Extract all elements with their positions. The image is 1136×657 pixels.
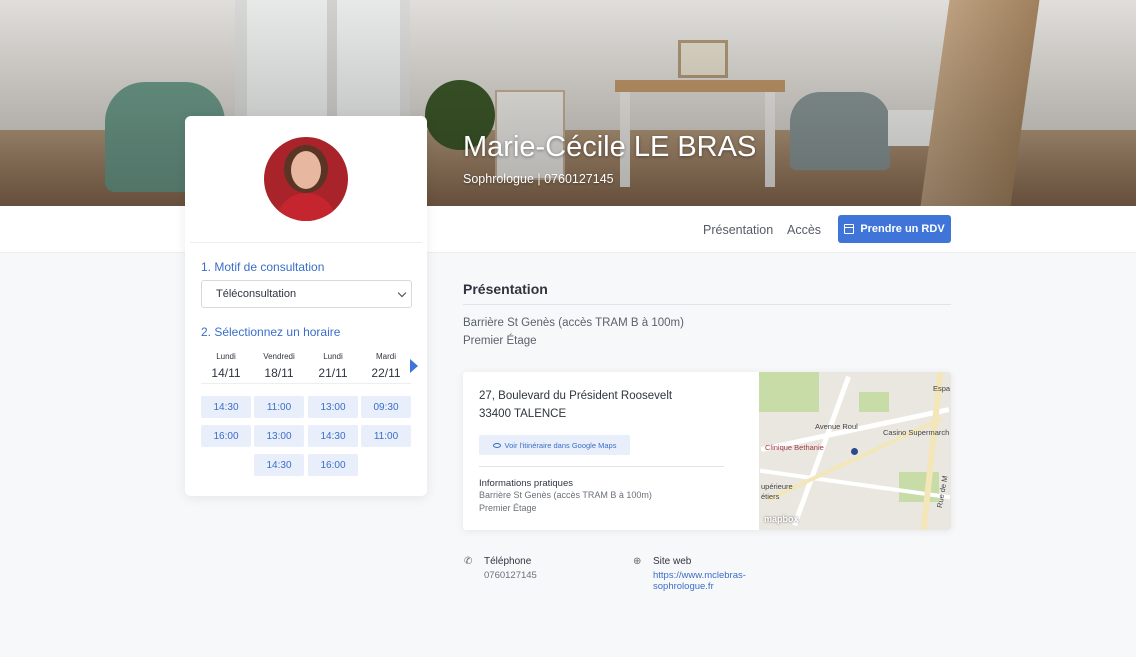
presentation-title: Présentation: [463, 281, 548, 297]
address-city: 33400 TALENCE: [479, 408, 567, 420]
hero-banner: Marie-Cécile LE BRAS Sophrologue | 07601…: [0, 0, 1136, 206]
globe-icon: ⊕: [633, 556, 642, 567]
motif-select-value: Téléconsultation: [216, 288, 297, 300]
time-slot[interactable]: 14:30: [254, 454, 304, 476]
nav-acces-link[interactable]: Accès: [787, 223, 821, 237]
divider: [201, 383, 411, 384]
divider: [463, 304, 951, 305]
day-name: Mardi: [375, 352, 396, 361]
nav-presentation-link[interactable]: Présentation: [703, 223, 773, 237]
divider: [479, 466, 724, 467]
time-slot[interactable]: 11:00: [254, 396, 304, 418]
info-line: Premier Étage: [479, 503, 537, 513]
calendar-icon: [844, 224, 855, 234]
book-appointment-button[interactable]: Prendre un RDV: [838, 215, 951, 243]
phone-value: 0760127145: [484, 570, 537, 581]
day-column: Lundi 14/11: [201, 352, 251, 380]
location-map[interactable]: Espa Avenue Roul Casino Supermarch Clini…: [759, 372, 951, 530]
step2-title: 2. Sélectionnez un horaire: [201, 325, 341, 339]
day-name: Lundi: [323, 352, 343, 361]
time-slot[interactable]: 16:00: [308, 454, 358, 476]
map-label: étiers: [761, 492, 780, 501]
day-name: Lundi: [216, 352, 236, 361]
time-slot[interactable]: 13:00: [254, 425, 304, 447]
day-column: Mardi 22/11: [361, 352, 411, 380]
time-slot[interactable]: 16:00: [201, 425, 251, 447]
info-title: Informations pratiques: [479, 478, 573, 489]
map-label: upérieure: [761, 482, 793, 491]
google-maps-label: Voir l'itinéraire dans Google Maps: [504, 440, 617, 450]
day-date: 18/11: [264, 366, 294, 380]
chevron-down-icon: [397, 288, 407, 298]
day-date: 22/11: [371, 366, 401, 380]
phone-label: Téléphone: [484, 556, 532, 567]
time-slot[interactable]: 14:30: [201, 396, 251, 418]
mapbox-logo: mapbox: [764, 514, 799, 524]
map-label: Espa: [933, 384, 951, 393]
book-appointment-label: Prendre un RDV: [860, 223, 945, 235]
profile-navbar: Présentation Accès Prendre un RDV: [0, 206, 1136, 253]
time-slot[interactable]: 11:00: [361, 425, 411, 447]
map-label: Avenue Roul: [815, 422, 858, 431]
presentation-line: Barrière St Genès (accès TRAM B à 100m): [463, 317, 684, 329]
day-column: Lundi 21/11: [308, 352, 358, 380]
time-slot[interactable]: 14:30: [308, 425, 358, 447]
time-slot[interactable]: 09:30: [361, 396, 411, 418]
map-label: Casino Supermarch: [883, 428, 950, 437]
day-column: Vendredi 18/11: [254, 352, 304, 380]
info-line: Barrière St Genès (accès TRAM B à 100m): [479, 490, 652, 500]
phone-icon: ✆: [464, 556, 473, 567]
location-pin-icon: [851, 448, 858, 455]
booking-card: 1. Motif de consultation Téléconsultatio…: [185, 116, 427, 496]
day-date: 14/11: [211, 366, 241, 380]
google-maps-button[interactable]: Voir l'itinéraire dans Google Maps: [479, 435, 630, 455]
address-street: 27, Boulevard du Président Roosevelt: [479, 390, 673, 402]
map-label: Clinique Bethanie: [765, 443, 824, 452]
day-name: Vendredi: [263, 352, 295, 361]
divider: [190, 242, 422, 243]
website-label: Site web: [653, 556, 692, 567]
chevron-right-icon[interactable]: [410, 359, 418, 373]
day-date: 21/11: [318, 366, 348, 380]
presentation-line: Premier Étage: [463, 335, 537, 347]
practitioner-subtitle: Sophrologue | 0760127145: [463, 172, 614, 186]
motif-select[interactable]: Téléconsultation: [201, 280, 412, 308]
step1-title: 1. Motif de consultation: [201, 260, 325, 274]
time-slot[interactable]: 13:00: [308, 396, 358, 418]
eye-icon: [492, 442, 501, 448]
avatar: [264, 137, 348, 221]
practitioner-name: Marie-Cécile LE BRAS: [463, 131, 757, 163]
address-card: 27, Boulevard du Président Roosevelt 334…: [463, 372, 951, 530]
website-link[interactable]: https://www.mclebras-sophrologue.fr: [653, 570, 783, 592]
